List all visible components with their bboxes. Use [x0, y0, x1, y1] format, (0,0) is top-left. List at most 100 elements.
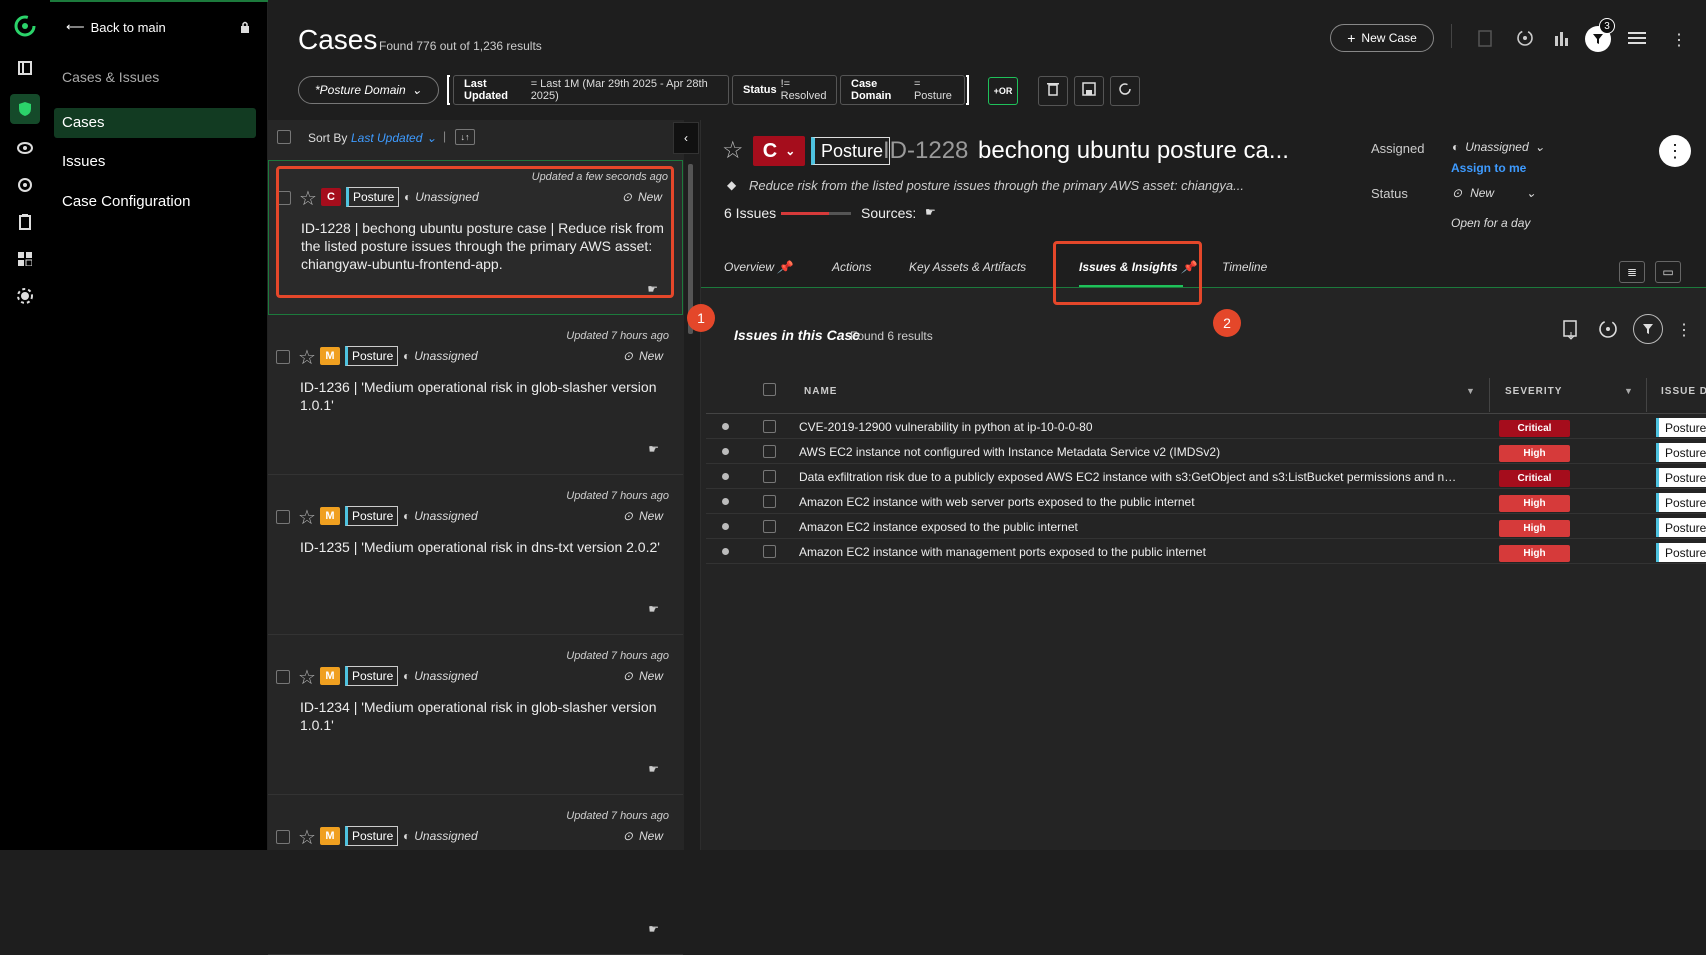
- case-title[interactable]: bechong ubuntu posture ca...: [978, 137, 1289, 165]
- export-icon[interactable]: [1478, 30, 1494, 53]
- tab-actions[interactable]: Actions: [832, 260, 871, 274]
- issue-name[interactable]: Amazon EC2 instance with web server port…: [799, 495, 1459, 509]
- assignee[interactable]: ◐ Unassigned: [403, 349, 478, 363]
- favorite-star-icon[interactable]: ☆: [722, 136, 744, 165]
- row-checkbox[interactable]: [763, 420, 776, 433]
- case-card[interactable]: Updated 7 hours ago ☆ M Posture ◐ Unassigned ⊙…: [268, 320, 683, 475]
- app-logo-icon[interactable]: [14, 15, 36, 37]
- issue-name[interactable]: Data exfiltration risk due to a publicly…: [799, 470, 1459, 484]
- clipboard-icon[interactable]: [14, 211, 36, 233]
- dashboard-icon[interactable]: [14, 57, 36, 79]
- sidebar-item-issues[interactable]: Issues: [62, 153, 105, 170]
- assign-to-me-link[interactable]: Assign to me: [1451, 161, 1526, 175]
- details-view-button[interactable]: ≣: [1619, 261, 1645, 283]
- assignee[interactable]: ◐ Unassigned: [403, 509, 478, 523]
- avatar: ◐: [1452, 140, 1460, 154]
- source-hand-icon[interactable]: ☛: [648, 442, 659, 456]
- bar-chart-icon[interactable]: [1554, 30, 1570, 51]
- filter-icon[interactable]: ▼: [1624, 386, 1633, 396]
- filter-icon[interactable]: ▼: [1466, 386, 1475, 396]
- table-row[interactable]: Data exfiltration risk due to a publicly…: [706, 464, 1706, 489]
- delete-button[interactable]: [1038, 76, 1068, 106]
- row-checkbox[interactable]: [763, 445, 776, 458]
- case-card[interactable]: Updated 7 hours ago ☆ M Posture ◐ Unassigned ⊙…: [268, 800, 683, 955]
- star-icon[interactable]: ☆: [298, 505, 316, 530]
- comments-button[interactable]: ▭: [1655, 261, 1681, 283]
- case-checkbox[interactable]: [276, 510, 290, 524]
- sort-field-dropdown[interactable]: Last Updated ⌄: [351, 131, 436, 145]
- issue-name[interactable]: CVE-2019-12900 vulnerability in python a…: [799, 420, 1459, 434]
- table-row[interactable]: Amazon EC2 instance exposed to the publi…: [706, 514, 1706, 539]
- star-icon[interactable]: ☆: [298, 665, 316, 690]
- issue-name[interactable]: Amazon EC2 instance with management port…: [799, 545, 1459, 559]
- column-header-issue-domain[interactable]: ISSUE D: [1661, 386, 1706, 397]
- list-view-icon[interactable]: [1628, 31, 1646, 50]
- table-row[interactable]: CVE-2019-12900 vulnerability in python a…: [706, 414, 1706, 439]
- tab-overview[interactable]: Overview 📌: [724, 260, 792, 274]
- table-row[interactable]: AWS EC2 instance not configured with Ins…: [706, 439, 1706, 464]
- filter-count-badge: 3: [1599, 18, 1615, 34]
- select-all-checkbox[interactable]: [277, 130, 291, 144]
- results-count: Found 776 out of 1,236 results: [379, 39, 542, 53]
- export-icon[interactable]: [1563, 320, 1579, 345]
- collapse-panel-button[interactable]: ‹: [673, 122, 699, 154]
- source-hand-icon[interactable]: ☛: [648, 762, 659, 776]
- case-checkbox[interactable]: [276, 830, 290, 844]
- sync-icon[interactable]: [1598, 319, 1618, 344]
- case-card[interactable]: Updated 7 hours ago ☆ M Posture ◐ Unassigned ⊙…: [268, 640, 683, 795]
- eye-icon[interactable]: [14, 137, 36, 159]
- more-vertical-icon[interactable]: ⋮: [1671, 30, 1687, 50]
- case-status[interactable]: ⊙ New: [623, 669, 663, 683]
- source-hand-icon[interactable]: ☛: [648, 602, 659, 616]
- star-icon[interactable]: ☆: [298, 345, 316, 370]
- add-or-button[interactable]: +OR: [988, 77, 1018, 105]
- modules-icon[interactable]: [14, 248, 36, 270]
- issue-name[interactable]: AWS EC2 instance not configured with Ins…: [799, 445, 1459, 459]
- row-checkbox[interactable]: [763, 520, 776, 533]
- case-status[interactable]: ⊙ New: [623, 829, 663, 843]
- lock-icon[interactable]: [240, 20, 250, 38]
- assignee-dropdown[interactable]: ◐ Unassigned ⌄: [1452, 140, 1545, 154]
- new-case-button[interactable]: + New Case: [1330, 24, 1434, 52]
- case-checkbox[interactable]: [276, 350, 290, 364]
- case-status[interactable]: ⊙ New: [623, 349, 663, 363]
- assignee[interactable]: ◐ Unassigned: [403, 829, 478, 843]
- table-row[interactable]: Amazon EC2 instance with web server port…: [706, 489, 1706, 514]
- issue-name[interactable]: Amazon EC2 instance exposed to the publi…: [799, 520, 1459, 534]
- case-card[interactable]: Updated 7 hours ago ☆ M Posture ◐ Unassigned ⊙…: [268, 480, 683, 635]
- domain-dropdown[interactable]: *Posture Domain ⌄: [298, 76, 439, 104]
- tab-timeline[interactable]: Timeline: [1222, 260, 1267, 274]
- sort-order-button[interactable]: ↓↑: [455, 129, 475, 145]
- settings-icon[interactable]: [14, 285, 36, 307]
- tab-key-assets-artifacts[interactable]: Key Assets & Artifacts: [909, 260, 1026, 274]
- filter-chip-case-domain[interactable]: Case Domain = Posture: [840, 75, 965, 105]
- target-icon[interactable]: [14, 174, 36, 196]
- issues-filter-button[interactable]: [1633, 314, 1663, 344]
- source-hand-icon[interactable]: ☛: [648, 922, 659, 936]
- row-checkbox[interactable]: [763, 470, 776, 483]
- status-dropdown[interactable]: ⊙ New ⌄: [1452, 186, 1536, 200]
- filter-chip-last-updated[interactable]: Last Updated = Last 1M (Mar 29th 2025 - A…: [453, 75, 729, 105]
- severity-dropdown[interactable]: C ⌄: [753, 136, 805, 166]
- row-checkbox[interactable]: [763, 545, 776, 558]
- star-icon[interactable]: ☆: [298, 825, 316, 850]
- sync-icon[interactable]: [1516, 29, 1534, 52]
- assignee[interactable]: ◐ Unassigned: [403, 669, 478, 683]
- table-row[interactable]: Amazon EC2 instance with management port…: [706, 539, 1706, 564]
- save-filter-button[interactable]: [1074, 76, 1104, 106]
- column-header-name[interactable]: NAME: [804, 386, 837, 397]
- row-checkbox[interactable]: [763, 495, 776, 508]
- back-to-main-link[interactable]: ⟵ Back to main: [66, 19, 166, 35]
- source-hand-icon[interactable]: ☛: [925, 205, 936, 219]
- more-vertical-icon[interactable]: ⋮: [1676, 320, 1692, 340]
- reset-button[interactable]: [1110, 76, 1140, 106]
- select-all-issues-checkbox[interactable]: [763, 383, 776, 396]
- sidebar-item-case-configuration[interactable]: Case Configuration: [62, 193, 190, 210]
- shield-icon[interactable]: [10, 94, 40, 124]
- case-status[interactable]: ⊙ New: [623, 509, 663, 523]
- more-actions-button[interactable]: ⋮: [1659, 135, 1691, 167]
- case-checkbox[interactable]: [276, 670, 290, 684]
- filter-chip-status[interactable]: Status != Resolved: [732, 75, 837, 105]
- sidebar-item-cases[interactable]: Cases: [54, 108, 256, 138]
- column-header-severity[interactable]: SEVERITY: [1505, 386, 1562, 397]
